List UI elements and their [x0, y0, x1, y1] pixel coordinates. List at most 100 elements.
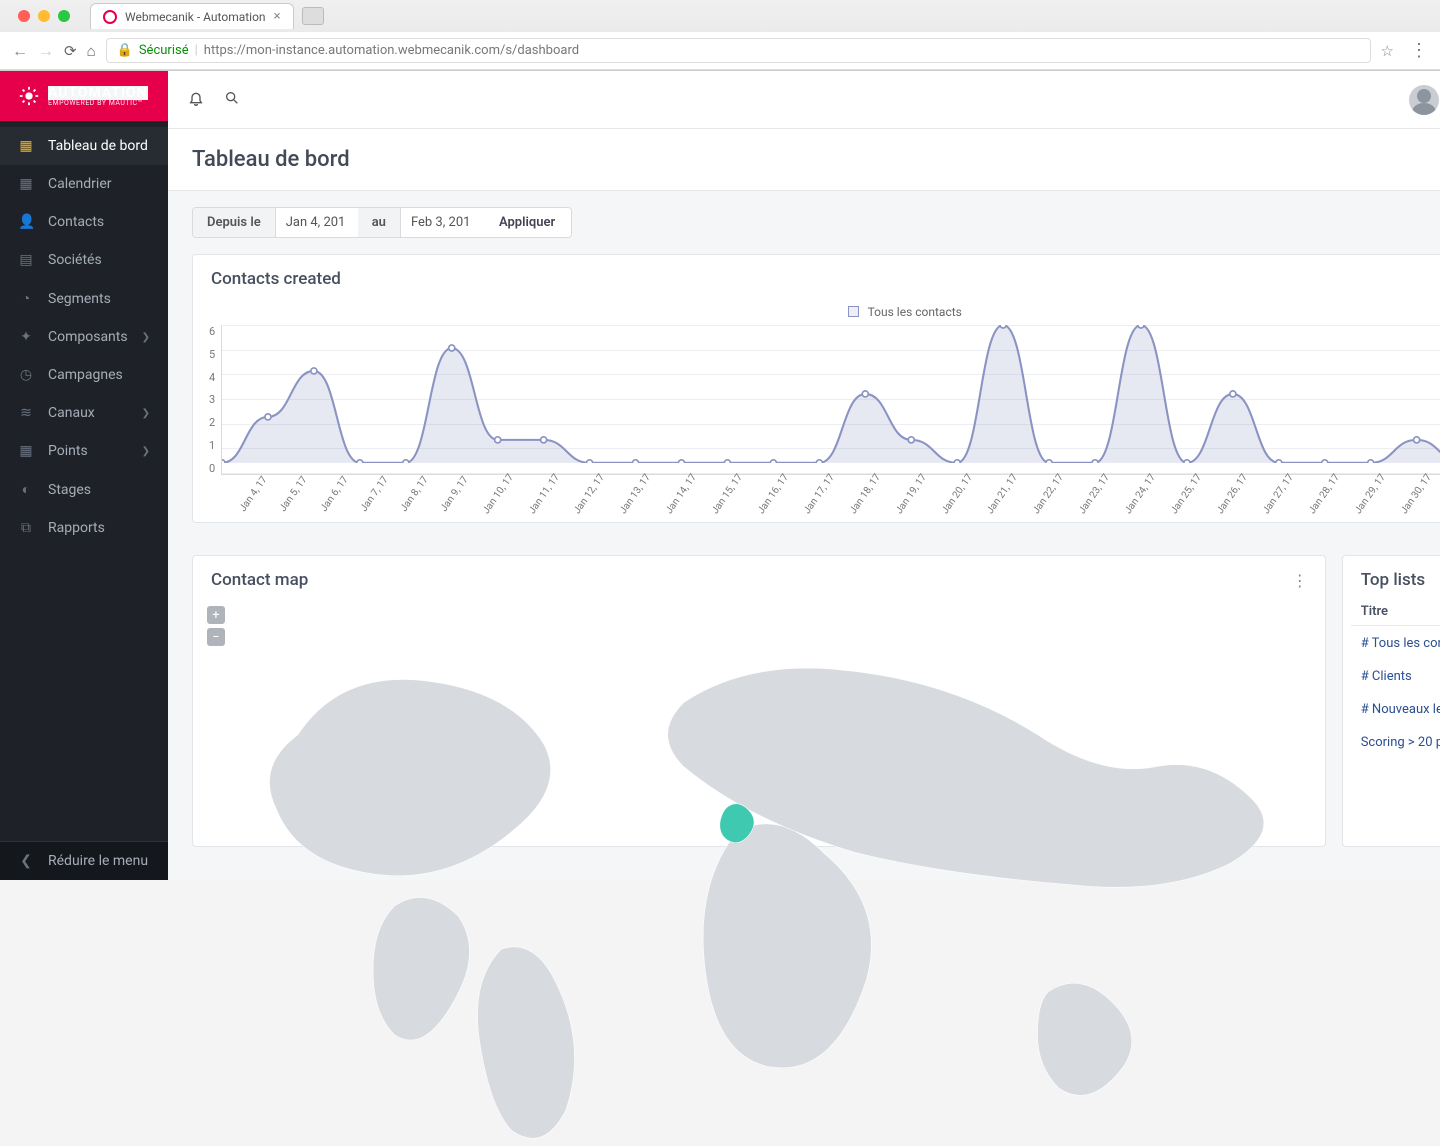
logo-sub: EMPOWERED BY MAUTIC™ — [48, 100, 148, 107]
sidebar-item-label: Rapports — [48, 520, 105, 536]
top-lists-title: Top lists — [1361, 570, 1425, 590]
table-row: # Nouveaux leads 789 — [1351, 694, 1440, 725]
widget-menu-icon[interactable]: ⋮ — [1292, 571, 1307, 590]
logo-main: AUTOMATION — [48, 86, 148, 100]
list-title[interactable]: # Tous les conta... — [1351, 628, 1440, 659]
table-row: # Tous les conta... 4973 — [1351, 628, 1440, 659]
traffic-close-icon[interactable] — [18, 10, 30, 22]
calc-icon: ▦ — [18, 443, 34, 459]
page-header: Tableau de bord Enregistrer ▼ — [168, 129, 1440, 191]
avatar — [1409, 85, 1439, 115]
daterange: Depuis le au Appliquer — [192, 207, 572, 238]
top-lists-table: Titre Contacts # Tous les conta... 4973#… — [1349, 596, 1440, 760]
sidebar-item-label: Composants — [48, 329, 128, 345]
grid-icon: ▦ — [18, 138, 34, 154]
chevron-right-icon: ❯ — [142, 332, 150, 343]
list-title[interactable]: Scoring > 20 pts — [1351, 727, 1440, 758]
home-icon[interactable]: ⌂ — [87, 42, 96, 60]
sidebar-item-label: Calendrier — [48, 176, 112, 192]
contacts-created-widget: Contacts created ⋮ Tous les contacts 012… — [192, 254, 1440, 523]
browser-chrome: Webmecanik - Automation × ← → ⟳ ⌂ 🔒 Sécu… — [0, 0, 1440, 71]
sidebar-item-label: Contacts — [48, 214, 104, 230]
table-row: # Clients 1624 — [1351, 661, 1440, 692]
browser-tab[interactable]: Webmecanik - Automation × — [90, 3, 294, 29]
page-title: Tableau de bord — [192, 147, 350, 172]
col-titre: Titre — [1351, 598, 1440, 626]
sidebar-item-rapports[interactable]: ⧉ Rapports — [0, 509, 168, 547]
top-lists-widget: Top lists ⋮ Titre Contacts # Tous les c — [1342, 555, 1440, 847]
star-icon[interactable]: ☆ — [1381, 42, 1394, 60]
sidebar-item-label: Tableau de bord — [48, 138, 148, 154]
chart-area — [221, 325, 1440, 475]
back-icon[interactable]: ← — [12, 41, 28, 61]
chart-icon: ⧉ — [18, 520, 34, 536]
contact-map-title: Contact map — [211, 570, 308, 590]
rss-icon: ≋ — [18, 405, 34, 421]
sidebar-item-label: Segments — [48, 291, 111, 307]
user-icon: 👤 — [18, 214, 34, 230]
sidebar-item-label: Campagnes — [48, 367, 123, 383]
calendar-icon: ▦ — [18, 176, 34, 192]
bell-icon[interactable] — [188, 90, 204, 110]
sidebar-item-stages[interactable]: ◐ Stages — [0, 470, 168, 509]
sidebar-collapse-label: Réduire le menu — [48, 853, 148, 869]
puzzle-icon: ✦ — [18, 329, 34, 345]
sidebar-item-label: Sociétés — [48, 252, 102, 268]
search-icon[interactable] — [224, 90, 240, 110]
sidebar-item-label: Points — [48, 443, 88, 459]
legend-label: Tous les contacts — [868, 305, 962, 319]
from-label: Depuis le — [193, 208, 276, 237]
traffic-zoom-icon[interactable] — [58, 10, 70, 22]
x-axis: Jan 4, 17Jan 5, 17Jan 6, 17Jan 7, 17Jan … — [229, 475, 1440, 502]
sidebar-item-calendrier[interactable]: ▦ Calendrier — [0, 165, 168, 203]
traffic-minimize-icon[interactable] — [38, 10, 50, 22]
favicon-icon — [103, 10, 117, 24]
close-tab-icon[interactable]: × — [274, 9, 281, 24]
sidebar-item-canaux[interactable]: ≋ Canaux ❯ — [0, 394, 168, 432]
sidebar-item-label: Stages — [48, 482, 91, 498]
sidebar-item-label: Canaux — [48, 405, 95, 421]
sidebar-item-composants[interactable]: ✦ Composants ❯ — [0, 318, 168, 356]
forward-icon: → — [38, 41, 54, 61]
reload-icon[interactable]: ⟳ — [64, 42, 77, 60]
user-menu[interactable]: Jérôme Atahias ▼ — [1409, 85, 1440, 115]
sidebar-item-points[interactable]: ▦ Points ❯ — [0, 432, 168, 470]
secure-label: Sécurisé — [139, 43, 189, 58]
sidebar-collapse[interactable]: ❮ Réduire le menu — [0, 841, 168, 880]
logo: AUTOMATION EMPOWERED BY MAUTIC™ — [0, 71, 168, 121]
y-axis: 0123456 — [209, 325, 221, 475]
lock-icon: 🔒 — [117, 43, 133, 58]
to-label: au — [358, 208, 401, 237]
logo-gear-icon — [18, 85, 40, 107]
to-input[interactable] — [401, 208, 483, 237]
clock-icon: ◷ — [18, 367, 34, 383]
sidebar-item-contacts[interactable]: 👤 Contacts — [0, 203, 168, 241]
chevron-left-icon: ❮ — [18, 853, 34, 869]
topbar: Jérôme Atahias ▼ — [168, 71, 1440, 129]
sidebar-item-tableau-de-bord[interactable]: ▦ Tableau de bord — [0, 127, 168, 165]
chart-legend: Tous les contacts — [209, 305, 1440, 319]
traffic-lights — [8, 10, 80, 22]
sidebar-item-sociétés[interactable]: ▤ Sociétés — [0, 241, 168, 279]
list-title[interactable]: # Nouveaux leads — [1351, 694, 1440, 725]
apply-button[interactable]: Appliquer — [483, 208, 571, 237]
company-icon: ▤ — [18, 252, 34, 268]
new-tab-button[interactable] — [302, 7, 324, 25]
legend-swatch-icon — [848, 306, 859, 317]
gauge-icon: ◐ — [18, 481, 34, 498]
pie-icon: ◔ — [18, 290, 34, 307]
url-bar[interactable]: 🔒 Sécurisé | https://mon-instance.automa… — [106, 38, 1371, 63]
chevron-right-icon: ❯ — [142, 408, 150, 419]
tab-title: Webmecanik - Automation — [125, 10, 266, 24]
from-input[interactable] — [276, 208, 358, 237]
table-row: Scoring > 20 pts 1142 — [1351, 727, 1440, 758]
sidebar: AUTOMATION EMPOWERED BY MAUTIC™ ▦ Tablea… — [0, 71, 168, 880]
world-map[interactable] — [223, 606, 1295, 836]
chevron-right-icon: ❯ — [142, 446, 150, 457]
list-title[interactable]: # Clients — [1351, 661, 1440, 692]
sidebar-item-segments[interactable]: ◔ Segments — [0, 279, 168, 318]
url-text: https://mon-instance.automation.webmecan… — [204, 43, 579, 58]
sidebar-item-campagnes[interactable]: ◷ Campagnes — [0, 356, 168, 394]
contact-map-widget: Contact map ⋮ + − — [192, 555, 1326, 847]
browser-menu-icon[interactable]: ⋮ — [1410, 40, 1428, 61]
